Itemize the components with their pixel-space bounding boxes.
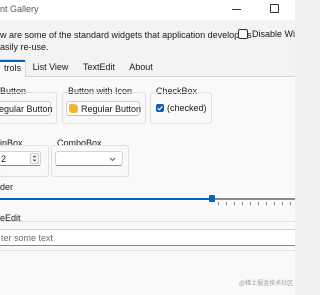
slider-tick [218, 202, 219, 205]
slider-tick [242, 202, 243, 205]
description-line-2: asily re-use. [0, 42, 49, 52]
watermark-text: @稀土掘金技术社区 [239, 281, 294, 287]
checked-checkbox[interactable] [156, 104, 164, 112]
slider-tick [250, 202, 251, 205]
slider-tick [274, 202, 275, 205]
spinbox-arrows-icon [32, 155, 37, 162]
slider-group-title: der [0, 182, 14, 192]
slider-fill [0, 198, 211, 200]
line-edit-input[interactable]: ter some text [0, 229, 295, 246]
tab-about[interactable]: About [125, 59, 157, 75]
slider-tick [290, 202, 291, 205]
window-title: nt Gallery [0, 4, 39, 14]
regular-button-with-icon[interactable]: Regular Button [66, 101, 142, 116]
tab-list-view-label: List View [32, 62, 69, 72]
tab-list-view[interactable]: List View [28, 59, 73, 75]
tab-textedit-label: TextEdit [82, 62, 115, 72]
checkmark-icon [157, 105, 163, 111]
combobox[interactable] [55, 151, 123, 166]
description-line-1: w are some of the standard widgets that … [0, 30, 252, 40]
slider-tick [258, 202, 259, 205]
slider-handle[interactable] [209, 195, 215, 202]
chevron-down-icon [109, 157, 116, 162]
tab-bar: trols List View TextEdit About [0, 59, 295, 77]
spinbox[interactable]: 2 [0, 151, 41, 166]
spinbox-value: 2 [1, 154, 7, 164]
tab-controls[interactable]: trols [0, 59, 26, 77]
tab-about-label: About [129, 62, 153, 72]
line-edit-placeholder: ter some text [1, 233, 54, 243]
main-window: nt Gallery w are some of the standard wi… [0, 0, 295, 295]
tab-controls-label: trols [3, 63, 21, 73]
title-bar: nt Gallery [0, 0, 295, 20]
regular-button[interactable]: egular Button [0, 101, 53, 116]
tab-textedit[interactable]: TextEdit [78, 59, 120, 75]
disable-widgets-label: Disable Wid [252, 29, 295, 39]
thumbs-up-icon [69, 104, 78, 113]
slider-tick [226, 202, 227, 205]
slider-tick [282, 202, 283, 205]
disable-widgets-checkbox[interactable] [238, 29, 248, 39]
regular-button-label: egular Button [0, 104, 53, 114]
maximize-icon[interactable] [270, 4, 279, 13]
minimize-icon[interactable] [232, 9, 241, 10]
slider-tick [266, 202, 267, 205]
description-text: w are some of the standard widgets that … [0, 29, 252, 53]
checkbox-label: (checked) [167, 103, 207, 113]
slider-tick [234, 202, 235, 205]
spinbox-stepper[interactable] [30, 153, 39, 164]
regular-button-with-icon-label: Regular Button [81, 104, 142, 114]
